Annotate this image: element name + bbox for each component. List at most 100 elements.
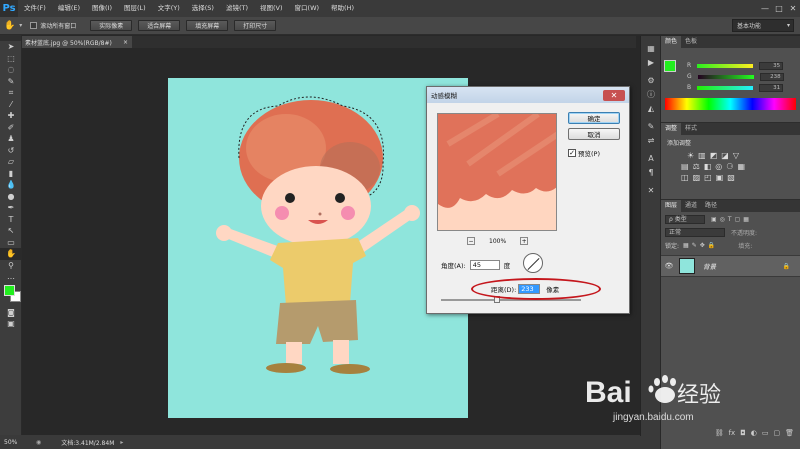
actual-pixels-button[interactable]: 实际像素 xyxy=(90,20,133,31)
quick-mask-icon[interactable]: ◙ xyxy=(0,307,22,319)
path-selection-tool-icon[interactable]: ↖ xyxy=(0,225,22,237)
minimize-button[interactable]: — xyxy=(758,0,772,17)
paragraph-panel-icon[interactable]: ¶ xyxy=(641,165,661,179)
eraser-tool-icon[interactable]: ▱ xyxy=(0,156,22,168)
ok-button[interactable]: 确定 xyxy=(568,112,620,124)
filter-icons[interactable]: ▣◎T▢▦ xyxy=(711,216,752,223)
preview-checkbox[interactable]: ✓ xyxy=(568,149,576,157)
brightness-adjustment-icon[interactable]: ☀ xyxy=(687,151,694,160)
menu-item[interactable]: 窗口(W) xyxy=(289,0,326,17)
link-layers-icon[interactable]: ⛓ xyxy=(715,429,724,441)
menu-item[interactable]: 文件(F) xyxy=(18,0,52,17)
lasso-tool-icon[interactable]: ◌ xyxy=(0,64,22,76)
menu-item[interactable]: 编辑(E) xyxy=(52,0,86,17)
actions-panel-icon[interactable]: ▶ xyxy=(641,55,661,69)
status-menu-icon[interactable]: ▸ xyxy=(120,439,123,446)
color-balance-icon[interactable]: ⚖ xyxy=(693,162,700,171)
tab-layers[interactable]: 图层 xyxy=(661,200,682,212)
move-tool-icon[interactable]: ➤ xyxy=(0,41,22,53)
exposure-adjustment-icon[interactable]: ◪ xyxy=(721,151,729,160)
hue-saturation-icon[interactable]: ▤ xyxy=(681,162,689,171)
blur-tool-icon[interactable]: 💧 xyxy=(0,179,22,191)
gradient-tool-icon[interactable]: ▮ xyxy=(0,168,22,180)
menu-item[interactable]: 视图(V) xyxy=(254,0,289,17)
tab-styles[interactable]: 样式 xyxy=(681,123,701,135)
eyedropper-tool-icon[interactable]: ⁄ xyxy=(0,99,22,111)
layer-kind-filter[interactable]: ρ 类型 xyxy=(665,215,705,224)
invert-icon[interactable]: ◫ xyxy=(681,173,689,182)
menu-item[interactable]: 图像(I) xyxy=(86,0,118,17)
type-tool-icon[interactable]: T xyxy=(0,214,22,226)
adjustment-layer-icon[interactable]: ◐ xyxy=(751,429,757,441)
tool-presets-panel-icon[interactable]: ✕ xyxy=(641,183,661,197)
foreground-color-swatch[interactable] xyxy=(4,284,15,296)
tab-swatches[interactable]: 色板 xyxy=(681,36,701,48)
more-tools-icon[interactable]: … xyxy=(0,271,22,283)
menu-item[interactable]: 滤镜(T) xyxy=(220,0,254,17)
distance-slider-track[interactable] xyxy=(441,299,581,301)
info-panel-icon[interactable]: ⓘ xyxy=(641,87,661,101)
tool-preset-dropdown-icon[interactable]: ▾ xyxy=(19,22,22,29)
zoom-tool-icon[interactable]: ⚲ xyxy=(0,260,22,272)
close-button[interactable]: ✕ xyxy=(786,0,800,17)
maximize-button[interactable]: □ xyxy=(772,0,786,17)
delete-layer-icon[interactable]: 🗑 xyxy=(785,429,794,441)
gradient-map-icon[interactable]: ▧ xyxy=(727,173,735,182)
foreground-color-swatch[interactable] xyxy=(664,60,676,72)
dodge-tool-icon[interactable]: ● xyxy=(0,191,22,203)
color-spectrum-bar[interactable] xyxy=(665,98,796,110)
threshold-icon[interactable]: ◰ xyxy=(704,173,712,182)
red-value-field[interactable]: 35 xyxy=(759,61,784,70)
group-icon[interactable]: ▭ xyxy=(762,429,769,441)
angle-input[interactable]: 45 xyxy=(469,260,500,270)
dialog-close-button[interactable]: ✕ xyxy=(603,89,625,101)
tab-paths[interactable]: 路径 xyxy=(701,200,721,212)
tab-adjustments[interactable]: 调整 xyxy=(661,123,682,135)
menu-item[interactable]: 图层(L) xyxy=(118,0,152,17)
layer-name[interactable]: 背景 xyxy=(703,261,716,271)
color-lookup-icon[interactable]: ▦ xyxy=(737,162,745,171)
zoom-level[interactable]: 50% xyxy=(4,439,30,446)
quick-select-tool-icon[interactable]: ✎ xyxy=(0,76,22,88)
cancel-button[interactable]: 取消 xyxy=(568,128,620,140)
scroll-all-windows-checkbox[interactable] xyxy=(30,22,38,29)
screen-mode-icon[interactable]: ▣ xyxy=(0,318,22,330)
print-size-button[interactable]: 打印尺寸 xyxy=(234,20,277,31)
workspace-select[interactable]: 基本功能 ▾ xyxy=(732,19,794,32)
hand-tool-icon[interactable]: ✋ xyxy=(0,248,22,260)
layer-row-background[interactable]: 👁 背景 🔒 xyxy=(661,255,800,277)
photo-filter-icon[interactable]: ◎ xyxy=(715,162,722,171)
green-value-field[interactable]: 238 xyxy=(759,72,784,81)
character-panel-icon[interactable]: A xyxy=(641,151,661,165)
history-panel-icon[interactable]: ▦ xyxy=(641,41,661,55)
lock-icons[interactable]: ▦✎✥🔒 xyxy=(683,242,718,249)
mask-icon[interactable]: ◘ xyxy=(740,429,746,441)
clone-source-panel-icon[interactable]: ⇌ xyxy=(641,133,661,147)
healing-brush-tool-icon[interactable]: ✚ xyxy=(0,110,22,122)
hand-tool-icon[interactable]: ✋ xyxy=(4,21,15,31)
menu-item[interactable]: 选择(S) xyxy=(186,0,220,17)
selective-color-icon[interactable]: ▣ xyxy=(716,173,724,182)
crop-tool-icon[interactable]: ⌗ xyxy=(0,87,22,99)
zoom-in-button[interactable]: + xyxy=(520,237,529,245)
brush-panel-icon[interactable]: ✎ xyxy=(641,119,661,133)
tab-channels[interactable]: 通道 xyxy=(681,200,701,212)
navigator-panel-icon[interactable]: ◭ xyxy=(641,101,661,115)
properties-panel-icon[interactable]: ⚙ xyxy=(641,73,661,87)
document-canvas[interactable] xyxy=(168,78,468,418)
marquee-tool-icon[interactable]: ⬚ xyxy=(0,53,22,65)
zoom-out-button[interactable]: − xyxy=(467,237,475,245)
fx-icon[interactable]: fx xyxy=(729,429,736,441)
visibility-eye-icon[interactable]: 👁 xyxy=(661,262,677,270)
fill-screen-button[interactable]: 填充屏幕 xyxy=(186,20,229,31)
close-tab-icon[interactable]: × xyxy=(123,39,128,46)
blue-slider[interactable] xyxy=(697,85,754,90)
blue-value-field[interactable]: 31 xyxy=(759,83,784,92)
document-tab[interactable]: 素材蓝底.jpg @ 50%(RGB/8#) × xyxy=(22,36,132,48)
pen-tool-icon[interactable]: ✒ xyxy=(0,202,22,214)
curves-adjustment-icon[interactable]: ◩ xyxy=(710,151,718,160)
new-layer-icon[interactable]: ▢ xyxy=(773,429,780,441)
blend-mode-select[interactable]: 正常 xyxy=(665,228,725,237)
history-brush-tool-icon[interactable]: ↺ xyxy=(0,145,22,157)
red-slider[interactable] xyxy=(697,63,754,68)
